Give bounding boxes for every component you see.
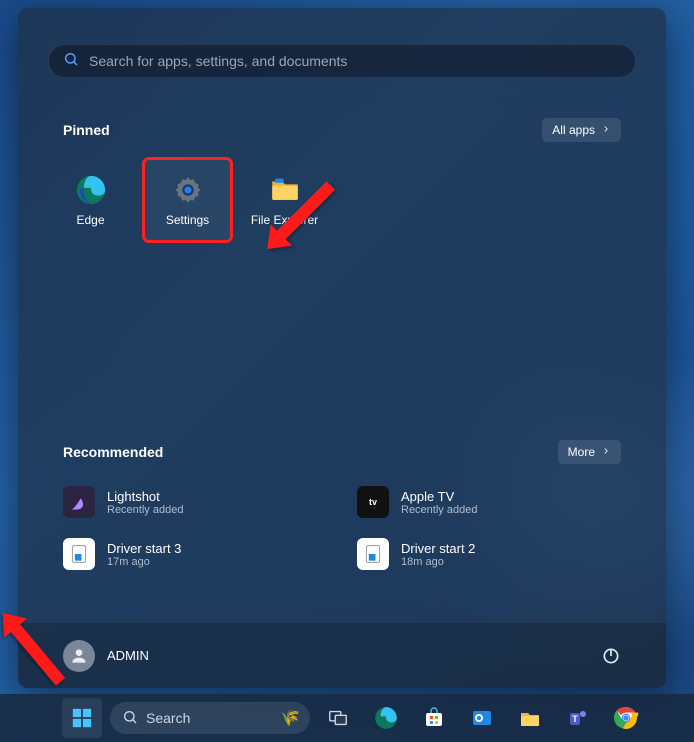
app-label: Edge — [76, 213, 104, 227]
recommended-item-lightshot[interactable]: Lightshot Recently added — [63, 482, 327, 522]
chevron-right-icon — [601, 445, 611, 459]
recommended-item-title: Driver start 3 — [107, 541, 181, 556]
recommended-item-sub: Recently added — [401, 504, 477, 516]
taskbar-search-highlight-icon: 🌾 — [280, 708, 300, 728]
recommended-item-driver3[interactable]: Driver start 3 17m ago — [63, 534, 327, 574]
taskbar-search[interactable]: Search 🌾 — [110, 702, 310, 734]
taskbar-taskview-icon[interactable] — [318, 698, 358, 738]
taskbar-teams-icon[interactable]: T — [558, 698, 598, 738]
taskbar-chrome-icon[interactable] — [606, 698, 646, 738]
pinned-header: Pinned All apps — [63, 118, 621, 142]
taskbar-edge-icon[interactable] — [366, 698, 406, 738]
pinned-app-file-explorer[interactable]: File Explorer — [242, 160, 327, 240]
recommended-title: Recommended — [63, 444, 163, 460]
taskbar-start-button[interactable] — [62, 698, 102, 738]
search-icon — [122, 709, 138, 728]
file-explorer-icon — [268, 173, 302, 207]
recommended-grid: Lightshot Recently added tv Apple TV Rec… — [63, 482, 621, 574]
search-icon — [63, 51, 79, 72]
settings-gear-icon — [171, 173, 205, 207]
document-icon — [357, 538, 389, 570]
user-bar: ADMIN — [18, 622, 666, 688]
recommended-item-sub: 17m ago — [107, 556, 181, 568]
user-avatar[interactable] — [63, 640, 95, 672]
taskbar-store-icon[interactable] — [414, 698, 454, 738]
start-menu-panel: Pinned All apps Edge — [18, 8, 666, 688]
pinned-app-settings[interactable]: Settings — [145, 160, 230, 240]
pinned-title: Pinned — [63, 122, 110, 138]
app-label: File Explorer — [251, 213, 318, 227]
more-label: More — [568, 445, 595, 459]
chevron-right-icon — [601, 123, 611, 137]
taskbar-search-label: Search — [146, 710, 190, 726]
all-apps-button[interactable]: All apps — [542, 118, 621, 142]
power-button[interactable] — [601, 646, 621, 666]
app-label: Settings — [166, 213, 209, 227]
more-button[interactable]: More — [558, 440, 621, 464]
recommended-item-title: Lightshot — [107, 489, 183, 504]
recommended-item-sub: Recently added — [107, 504, 183, 516]
taskbar: Search 🌾 T — [0, 694, 694, 742]
appletv-icon: tv — [357, 486, 389, 518]
recommended-item-appletv[interactable]: tv Apple TV Recently added — [357, 482, 621, 522]
recommended-item-title: Apple TV — [401, 489, 477, 504]
svg-text:T: T — [572, 714, 578, 724]
taskbar-outlook-icon[interactable] — [462, 698, 502, 738]
all-apps-label: All apps — [552, 123, 595, 137]
start-search-bar[interactable] — [48, 44, 636, 78]
recommended-text: Driver start 3 17m ago — [107, 541, 181, 568]
recommended-item-title: Driver start 2 — [401, 541, 475, 556]
lightshot-icon — [63, 486, 95, 518]
taskbar-file-explorer-icon[interactable] — [510, 698, 550, 738]
recommended-text: Driver start 2 18m ago — [401, 541, 475, 568]
document-icon — [63, 538, 95, 570]
edge-icon — [74, 173, 108, 207]
recommended-item-driver2[interactable]: Driver start 2 18m ago — [357, 534, 621, 574]
recommended-header: Recommended More — [63, 440, 621, 464]
search-input[interactable] — [89, 53, 621, 69]
recommended-text: Lightshot Recently added — [107, 489, 183, 516]
user-name-label[interactable]: ADMIN — [107, 648, 149, 663]
pinned-app-edge[interactable]: Edge — [48, 160, 133, 240]
pinned-apps-grid: Edge Settings File Explorer — [48, 160, 636, 240]
recommended-text: Apple TV Recently added — [401, 489, 477, 516]
recommended-item-sub: 18m ago — [401, 556, 475, 568]
